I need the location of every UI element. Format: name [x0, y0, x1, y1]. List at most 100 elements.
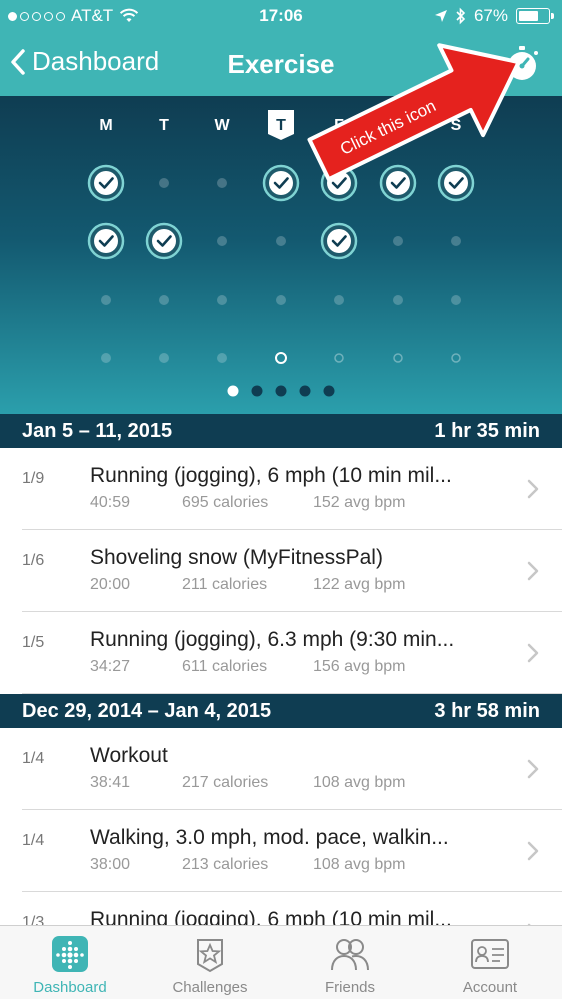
- week-range: Dec 29, 2014 – Jan 4, 2015: [22, 700, 272, 722]
- exercise-row[interactable]: 1/4 Workout 38:41 217 calories 108 avg bpm: [0, 728, 562, 810]
- empty-day-dot: [276, 295, 286, 305]
- day-label[interactable]: F: [334, 117, 344, 134]
- completed-day-check-icon[interactable]: [320, 222, 358, 260]
- tab-label: Account: [462, 979, 518, 996]
- exercise-bpm: 122 avg bpm: [313, 576, 406, 593]
- day-label[interactable]: M: [99, 117, 112, 134]
- exercise-duration: 40:59: [90, 494, 131, 511]
- day-label[interactable]: W: [214, 117, 230, 134]
- empty-day-dot: [159, 178, 169, 188]
- empty-day-dot: [159, 295, 169, 305]
- tab-challenges[interactable]: Challenges: [140, 926, 280, 999]
- future-day-dot: [393, 353, 403, 363]
- exercise-title: Running (jogging), 6.3 mph (9:30 min...: [90, 628, 455, 651]
- page-indicator-dot[interactable]: [275, 385, 287, 397]
- location-arrow-icon: [434, 10, 447, 22]
- friends-icon: [331, 939, 369, 971]
- tab-dashboard[interactable]: Dashboard: [0, 926, 140, 999]
- exercise-duration: 20:00: [90, 576, 131, 593]
- exercise-date: 1/5: [22, 634, 45, 651]
- exercise-calories: 213 calories: [182, 856, 269, 873]
- future-day-dot: [334, 353, 344, 363]
- star-badge-icon: [197, 939, 223, 973]
- battery-icon: [516, 8, 554, 24]
- completed-day-check-icon[interactable]: [87, 222, 125, 260]
- exercise-bpm: 108 avg bpm: [313, 774, 406, 791]
- tab-account[interactable]: Account: [420, 926, 560, 999]
- exercise-date: 1/4: [22, 832, 45, 849]
- nav-bar: Dashboard Exercise: [0, 34, 562, 96]
- top-header: AT&T 17:06 67% Dashboard Exercise: [0, 0, 562, 96]
- tab-label: Friends: [324, 979, 376, 996]
- status-bar: AT&T 17:06 67%: [0, 0, 562, 34]
- week-grid-panel[interactable]: MTWTFSS: [0, 96, 562, 414]
- exercise-date: 1/6: [22, 552, 45, 569]
- completed-day-check-icon[interactable]: [87, 164, 125, 202]
- empty-day-dot: [101, 295, 111, 305]
- page-indicator-dot[interactable]: [323, 385, 335, 397]
- exercise-bpm: 108 avg bpm: [313, 856, 406, 873]
- empty-day-dot: [159, 353, 169, 363]
- stopwatch-icon[interactable]: [502, 44, 542, 84]
- dashboard-dots-icon: [52, 936, 88, 972]
- day-label[interactable]: T: [159, 117, 169, 134]
- tab-bar: Dashboard Challenges Friends Account: [0, 925, 562, 999]
- empty-day-dot: [451, 236, 461, 246]
- exercise-title: Running (jogging), 6 mph (10 min mil...: [90, 464, 452, 487]
- exercise-calories: 695 calories: [182, 494, 269, 511]
- week-total: 3 hr 58 min: [434, 700, 540, 722]
- bluetooth-icon: [456, 7, 466, 25]
- day-label[interactable]: T: [276, 117, 286, 134]
- battery-fill: [519, 11, 538, 21]
- chevron-right-icon: [527, 479, 539, 499]
- empty-day-dot: [276, 236, 286, 246]
- exercise-duration: 38:41: [90, 774, 131, 791]
- exercise-date: 1/4: [22, 750, 45, 767]
- week-range: Jan 5 – 11, 2015: [22, 420, 173, 442]
- day-label[interactable]: S: [393, 117, 404, 134]
- day-label[interactable]: S: [451, 117, 462, 134]
- completed-day-check-icon[interactable]: [437, 164, 475, 202]
- exercise-row[interactable]: 1/6 Shoveling snow (MyFitnessPal) 20:00 211…: [0, 530, 562, 612]
- exercise-duration: 38:00: [90, 856, 131, 873]
- exercise-row[interactable]: 1/4 Walking, 3.0 mph, mod. pace, walkin..…: [0, 810, 562, 892]
- exercise-title: Workout: [90, 744, 168, 767]
- empty-day-dot: [217, 236, 227, 246]
- completed-day-check-icon[interactable]: [320, 164, 358, 202]
- empty-day-dot: [334, 295, 344, 305]
- chevron-right-icon: [527, 841, 539, 861]
- page-indicator-dot[interactable]: [299, 385, 311, 397]
- exercise-calories: 217 calories: [182, 774, 269, 791]
- empty-day-dot: [393, 295, 403, 305]
- exercise-calories: 211 calories: [182, 576, 268, 593]
- week-header: Dec 29, 2014 – Jan 4, 2015 3 hr 58 min: [0, 694, 562, 728]
- tab-friends[interactable]: Friends: [280, 926, 420, 999]
- empty-day-dot: [217, 178, 227, 188]
- exercise-duration: 34:27: [90, 658, 131, 675]
- exercise-row[interactable]: 1/5 Running (jogging), 6.3 mph (9:30 min.…: [0, 612, 562, 694]
- battery-percent: 67%: [473, 6, 508, 25]
- exercise-bpm: 152 avg bpm: [313, 494, 406, 511]
- page-title: Exercise: [227, 49, 335, 79]
- exercise-bpm: 156 avg bpm: [313, 658, 406, 675]
- completed-day-check-icon[interactable]: [379, 164, 417, 202]
- exercise-row[interactable]: 1/9 Running (jogging), 6 mph (10 min mil.…: [0, 448, 562, 530]
- future-day-dot: [451, 353, 461, 363]
- completed-day-check-icon[interactable]: [262, 164, 300, 202]
- exercise-title: Walking, 3.0 mph, mod. pace, walkin...: [90, 826, 449, 849]
- page-indicator-dot[interactable]: [227, 385, 239, 397]
- exercise-title: Shoveling snow (MyFitnessPal): [90, 546, 383, 569]
- chevron-right-icon: [527, 561, 539, 581]
- today-ring-dot: [275, 352, 287, 364]
- chevron-right-icon: [527, 643, 539, 663]
- account-card-icon: [471, 939, 509, 969]
- completed-day-check-icon[interactable]: [145, 222, 183, 260]
- exercise-date: 1/9: [22, 470, 45, 487]
- empty-day-dot: [393, 236, 403, 246]
- status-right: 67%: [434, 6, 554, 26]
- chevron-right-icon: [527, 759, 539, 779]
- page-indicator-dot[interactable]: [251, 385, 263, 397]
- empty-day-dot: [217, 295, 227, 305]
- empty-day-dot: [101, 353, 111, 363]
- empty-day-dot: [217, 353, 227, 363]
